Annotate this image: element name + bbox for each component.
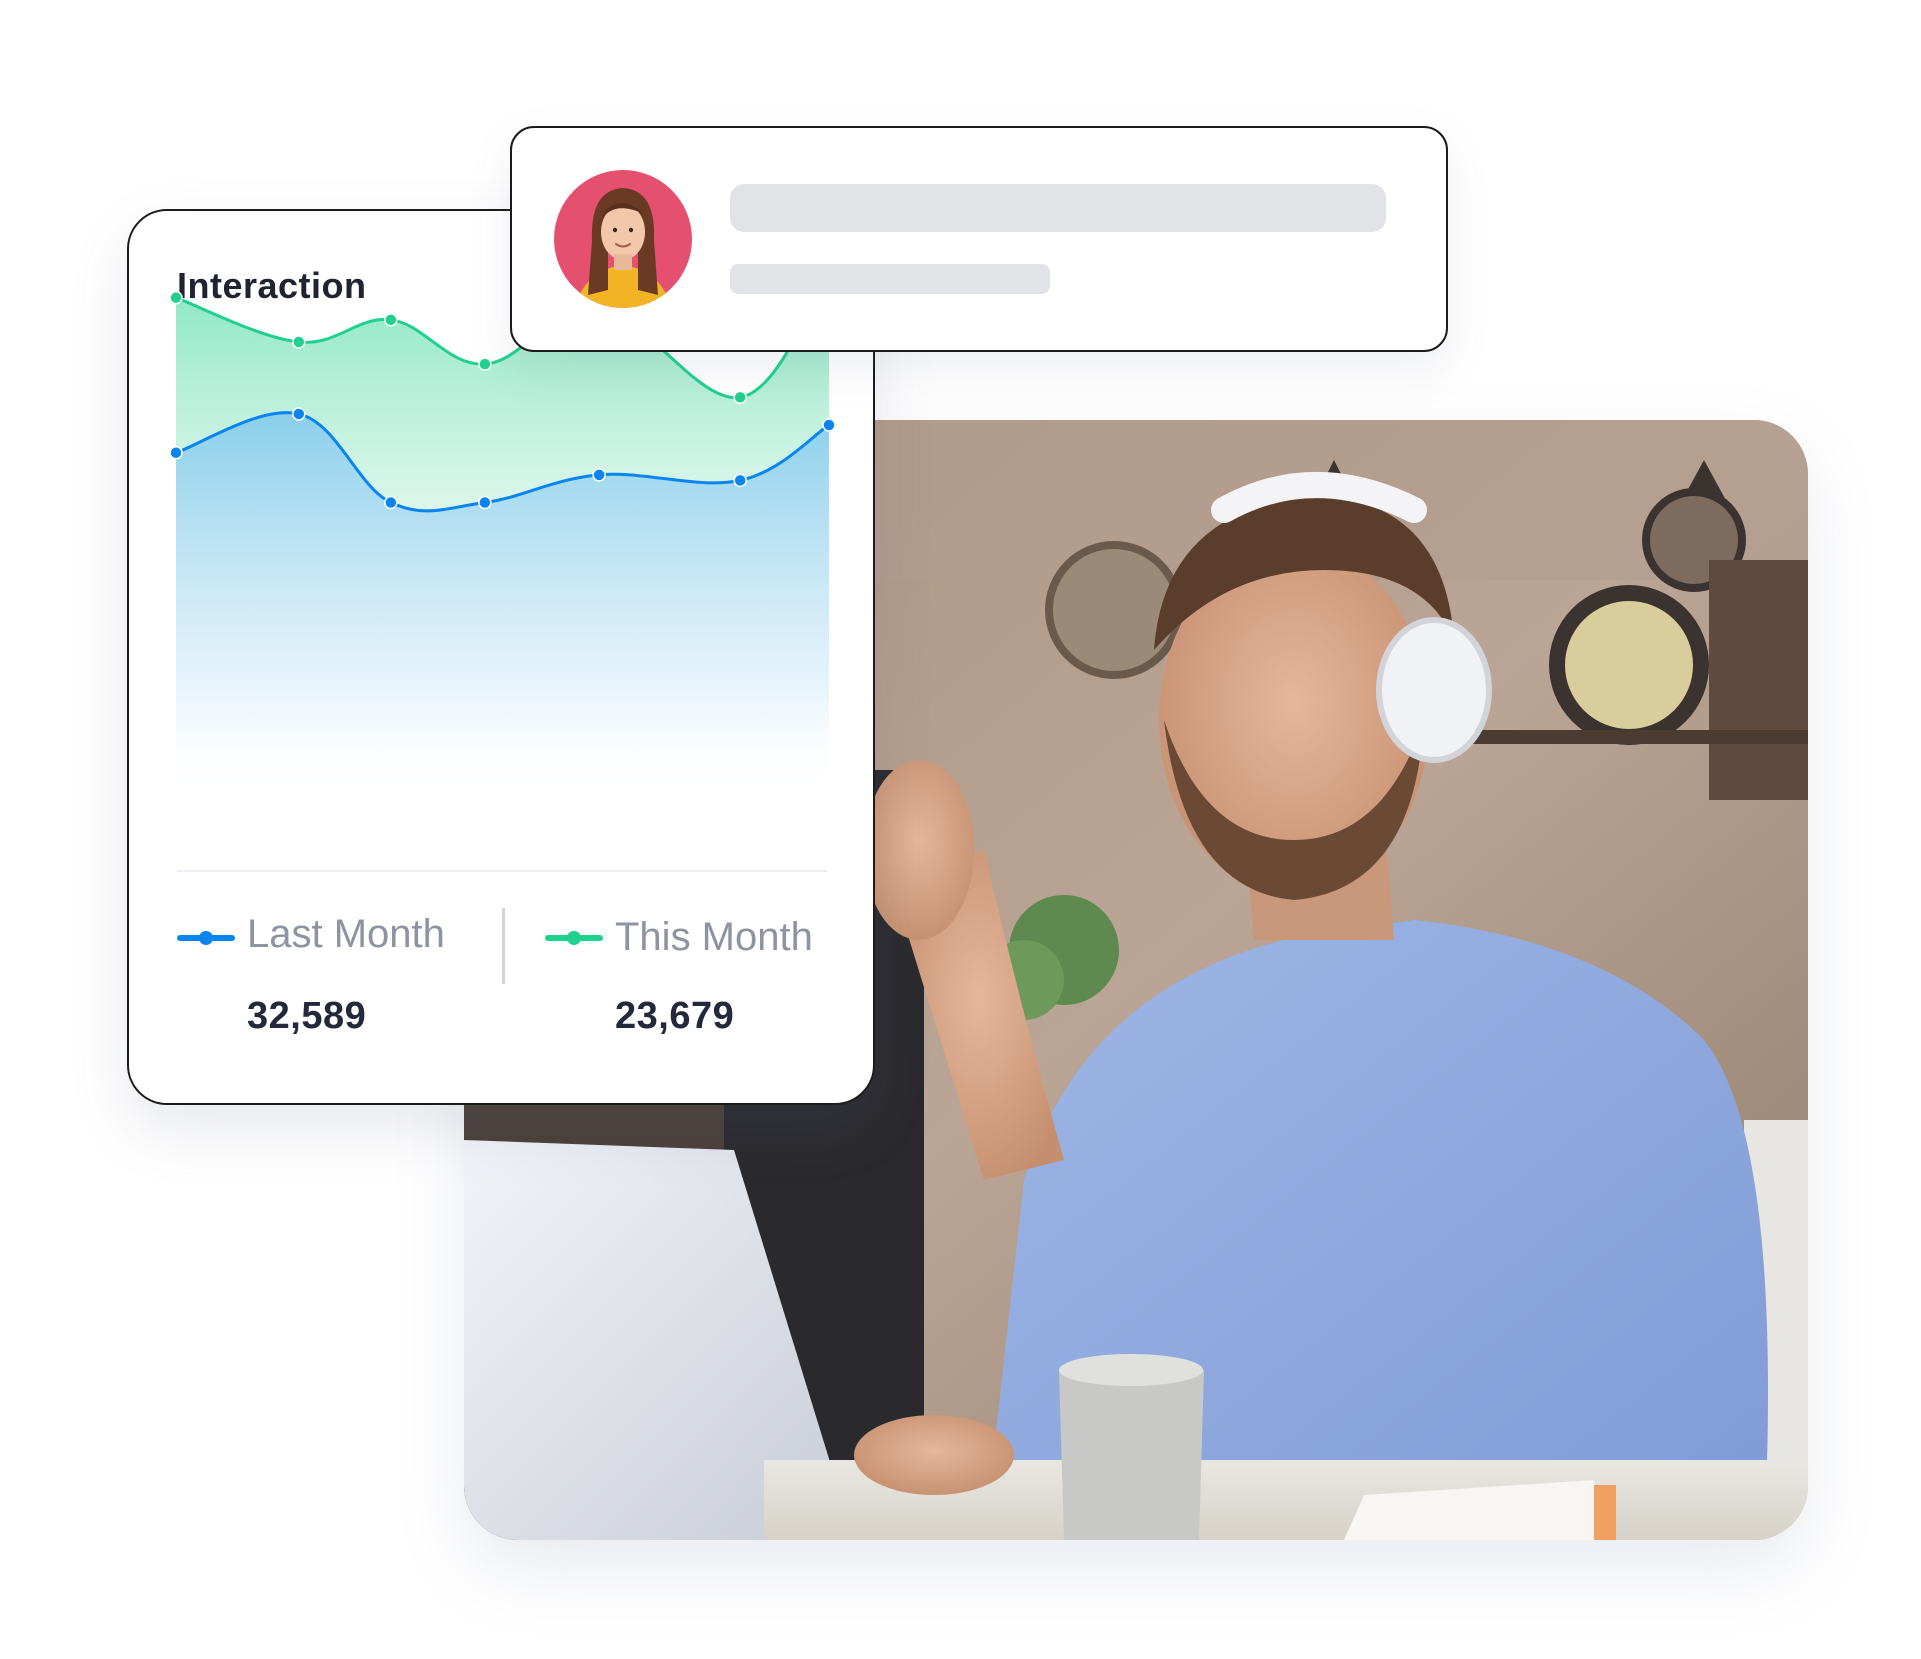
profile-card (510, 126, 1448, 352)
legend-marker-last-month-icon (177, 931, 235, 945)
chart-divider (177, 870, 827, 872)
avatar (554, 170, 692, 308)
hero-illustration: Interaction Last Month 32,589 This Month… (0, 0, 1921, 1659)
legend-marker-this-month-icon (545, 931, 603, 945)
data-point-last-month (169, 445, 183, 460)
woman-portrait-icon (554, 170, 692, 308)
legend-value: 32,589 (247, 995, 367, 1037)
data-point-this-month (292, 335, 306, 349)
legend-separator (502, 908, 505, 984)
legend-label: Last Month (247, 912, 445, 956)
legend-label: This Month (615, 915, 813, 959)
data-point-this-month (733, 390, 747, 405)
data-point-last-month (592, 468, 606, 482)
data-point-last-month (384, 495, 398, 510)
data-point-last-month (733, 473, 747, 488)
data-point-last-month (478, 495, 492, 510)
legend-value: 23,679 (615, 995, 735, 1037)
data-point-this-month (169, 290, 183, 305)
skeleton-name-line (730, 184, 1386, 232)
data-point-last-month (292, 407, 306, 421)
data-point-this-month (478, 357, 492, 371)
data-point-last-month (822, 418, 836, 432)
skeleton-subtitle-line (730, 264, 1050, 294)
data-point-this-month (384, 313, 398, 327)
